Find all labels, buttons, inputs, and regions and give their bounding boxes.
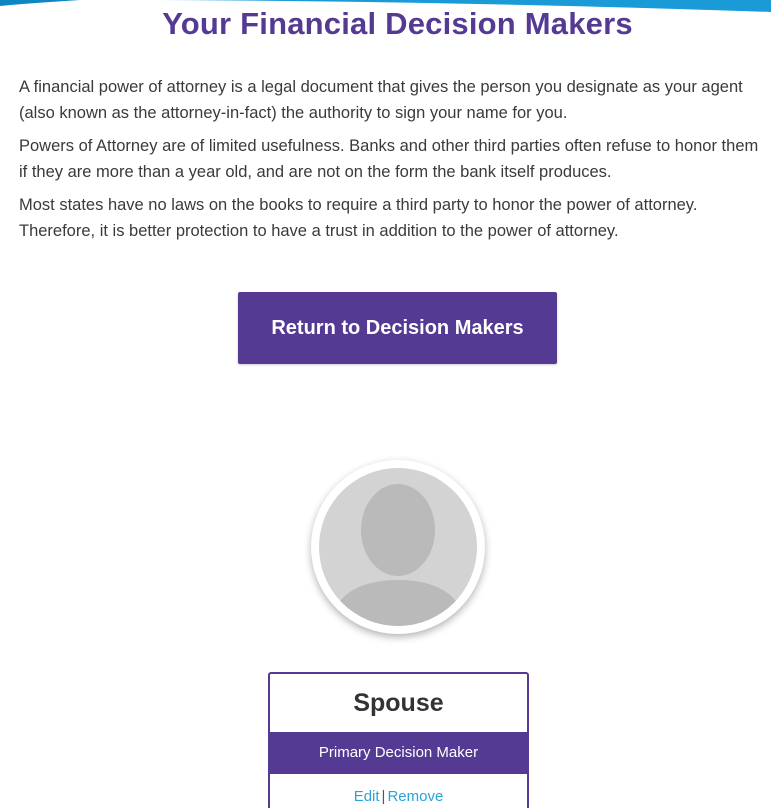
intro-paragraph: Most states have no laws on the books to… [19, 196, 698, 240]
remove-link[interactable]: Remove [387, 788, 443, 805]
page: Your Financial Decision Makers A financi… [0, 0, 771, 808]
intro-paragraph: A financial power of attorney is a legal… [19, 78, 743, 122]
intro-paragraph: Powers of Attorney are of limited useful… [19, 137, 759, 181]
decision-maker-role: Primary Decision Maker [270, 732, 527, 774]
action-separator: | [381, 788, 386, 805]
avatar [311, 460, 485, 634]
person-silhouette-icon [319, 468, 477, 626]
card-actions: Edit | Remove [270, 774, 527, 805]
decision-maker-name: Spouse [353, 689, 444, 717]
return-to-decision-makers-button[interactable]: Return to Decision Makers [238, 292, 557, 364]
edit-link[interactable]: Edit [354, 788, 380, 805]
decision-maker-card: Spouse Primary Decision Maker Edit | Remov… [268, 672, 529, 808]
page-title: Your Financial Decision Makers [162, 6, 633, 41]
intro-text: A financial power of attorney is a legal… [19, 75, 761, 252]
